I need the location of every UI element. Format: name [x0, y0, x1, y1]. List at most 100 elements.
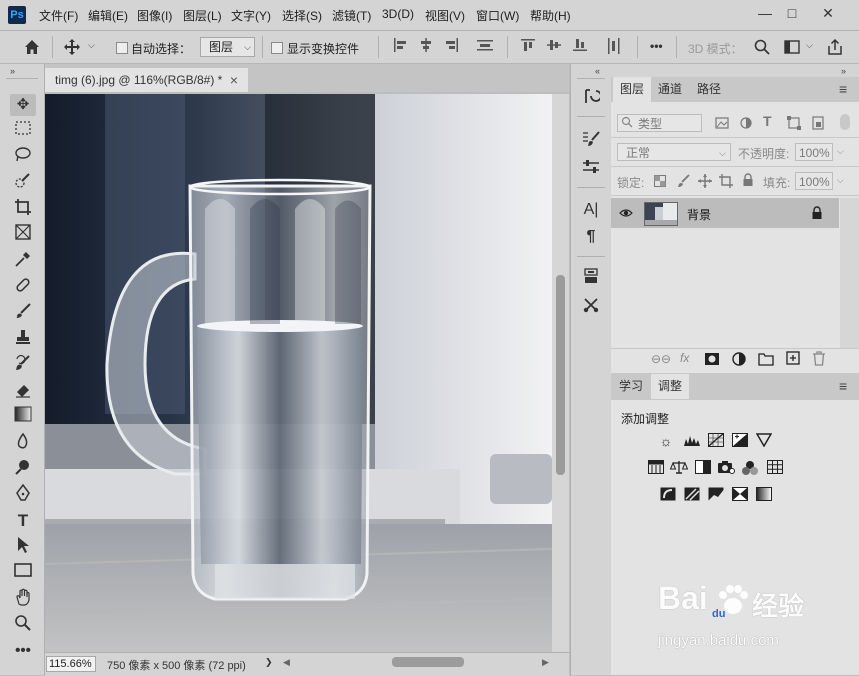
chevron-down-icon[interactable]: ⌵ — [837, 146, 844, 157]
menu-edit[interactable]: 编辑(E) — [88, 7, 128, 24]
crop-tool-icon[interactable] — [10, 198, 36, 220]
fill-field[interactable]: 100% — [795, 172, 833, 190]
lock-all-icon[interactable] — [741, 173, 755, 187]
workspace-icon[interactable] — [784, 39, 800, 55]
path-select-tool-icon[interactable] — [10, 536, 36, 558]
lock-position-icon[interactable] — [698, 174, 712, 188]
exposure-icon[interactable] — [731, 433, 749, 449]
color-balance-icon[interactable] — [669, 460, 689, 476]
home-icon[interactable] — [22, 37, 42, 57]
adjustment-layer-filter-icon[interactable] — [739, 116, 753, 130]
eye-icon[interactable] — [619, 207, 633, 219]
document-tab[interactable]: timg (6).jpg @ 116%(RGB/8#) * × — [45, 68, 248, 92]
menu-image[interactable]: 图像(I) — [137, 7, 172, 24]
more-options-icon[interactable]: ••• — [650, 39, 663, 53]
vertical-scroll-thumb[interactable] — [556, 275, 565, 475]
tab-learn[interactable]: 学习 — [613, 374, 649, 399]
chevron-down-icon[interactable]: ⌵ — [88, 40, 95, 51]
layer-style-icon[interactable]: fx — [680, 351, 689, 365]
photo-filter-icon[interactable] — [717, 460, 735, 476]
close-button[interactable]: ✕ — [815, 2, 841, 24]
healing-brush-tool-icon[interactable] — [10, 276, 36, 298]
tools-panel-icon[interactable] — [580, 296, 602, 318]
gradient-map-icon[interactable] — [755, 487, 773, 503]
align-left-icon[interactable] — [392, 38, 408, 55]
layers-scrollbar[interactable] — [840, 198, 859, 348]
hue-saturation-icon[interactable] — [647, 460, 665, 476]
share-icon[interactable] — [826, 38, 844, 56]
levels-icon[interactable] — [683, 433, 701, 449]
lock-transparent-icon[interactable] — [654, 175, 666, 187]
quick-select-tool-icon[interactable] — [10, 172, 36, 194]
chevron-right-icon[interactable]: ❯ — [265, 657, 273, 668]
history-brush-tool-icon[interactable] — [10, 354, 36, 376]
marquee-tool-icon[interactable] — [10, 120, 36, 142]
minimize-button[interactable]: — — [752, 2, 778, 24]
collapse-icon[interactable]: « — [595, 66, 600, 76]
collapse-icon[interactable]: » — [10, 66, 15, 76]
blend-mode-dropdown[interactable]: 正常 ⌵ — [617, 143, 731, 161]
history-panel-icon[interactable] — [580, 87, 602, 109]
collapse-icon[interactable]: » — [841, 66, 846, 76]
menu-type[interactable]: 文字(Y) — [231, 7, 271, 24]
tab-layers[interactable]: 图层 — [613, 77, 651, 102]
move-tool-icon[interactable] — [62, 37, 82, 57]
brush-settings-panel-icon[interactable] — [580, 130, 602, 152]
rectangle-tool-icon[interactable] — [10, 562, 36, 584]
layer-name[interactable]: 背景 — [687, 206, 711, 223]
menu-filter[interactable]: 滤镜(T) — [332, 7, 371, 24]
type-tool-icon[interactable]: T — [10, 510, 36, 532]
new-layer-icon[interactable] — [786, 351, 800, 365]
smart-object-filter-icon[interactable] — [811, 116, 825, 130]
menu-help[interactable]: 帮助(H) — [530, 7, 571, 24]
tab-channels[interactable]: 通道 — [651, 77, 689, 102]
adjustments-slider-panel-icon[interactable] — [580, 158, 602, 180]
distribute-icon[interactable] — [477, 38, 493, 55]
type-layer-filter-icon[interactable]: T — [763, 113, 772, 129]
vibrance-icon[interactable] — [755, 433, 773, 449]
auto-select-checkbox[interactable] — [116, 42, 128, 54]
shape-layer-filter-icon[interactable] — [787, 116, 801, 130]
zoom-tool-icon[interactable] — [10, 614, 36, 636]
pen-tool-icon[interactable] — [10, 483, 36, 506]
menu-3d[interactable]: 3D(D) — [382, 7, 414, 21]
menu-window[interactable]: 窗口(W) — [476, 7, 519, 24]
3d-panel-icon[interactable] — [580, 267, 602, 289]
align-center-h-icon[interactable] — [418, 38, 434, 55]
opacity-field[interactable]: 100% — [795, 143, 833, 161]
lasso-tool-icon[interactable] — [10, 146, 36, 168]
black-white-icon[interactable] — [694, 460, 712, 476]
posterize-icon[interactable] — [683, 487, 701, 503]
search-icon[interactable] — [754, 39, 770, 55]
hand-tool-icon[interactable] — [10, 588, 36, 610]
menu-file[interactable]: 文件(F) — [39, 7, 78, 24]
menu-select[interactable]: 选择(S) — [282, 7, 322, 24]
brush-tool-icon[interactable] — [10, 302, 36, 324]
document-info[interactable]: 750 像素 x 500 像素 (72 ppi) — [107, 657, 246, 673]
close-icon[interactable]: × — [230, 68, 238, 92]
show-transform-checkbox[interactable] — [271, 42, 283, 54]
layer-row-background[interactable]: 背景 — [611, 198, 839, 228]
delete-layer-icon[interactable] — [812, 351, 826, 366]
align-right-icon[interactable] — [444, 38, 460, 55]
new-adjustment-layer-icon[interactable] — [731, 351, 747, 367]
eraser-tool-icon[interactable] — [10, 380, 36, 402]
tab-paths[interactable]: 路径 — [689, 77, 729, 102]
filter-toggle[interactable] — [840, 114, 850, 130]
chevron-down-icon[interactable]: ⌵ — [806, 40, 813, 51]
link-layers-icon[interactable]: ⊖⊖ — [651, 352, 671, 366]
new-group-icon[interactable] — [758, 352, 774, 366]
menu-layer[interactable]: 图层(L) — [183, 7, 222, 24]
align-top-icon[interactable] — [520, 38, 536, 55]
align-middle-v-icon[interactable] — [546, 38, 562, 55]
paragraph-panel-icon[interactable]: ¶ — [580, 226, 602, 248]
auto-select-target-dropdown[interactable]: 图层 ⌵ — [200, 37, 255, 57]
invert-icon[interactable] — [659, 487, 677, 503]
lock-artboard-icon[interactable] — [719, 174, 733, 188]
panel-menu-icon[interactable]: ≡ — [839, 81, 847, 97]
tab-adjustments[interactable]: 调整 — [651, 374, 689, 399]
menu-view[interactable]: 视图(V) — [425, 7, 465, 24]
pixel-layer-filter-icon[interactable] — [715, 116, 729, 130]
stamp-tool-icon[interactable] — [10, 328, 36, 350]
gradient-tool-icon[interactable] — [10, 406, 36, 428]
